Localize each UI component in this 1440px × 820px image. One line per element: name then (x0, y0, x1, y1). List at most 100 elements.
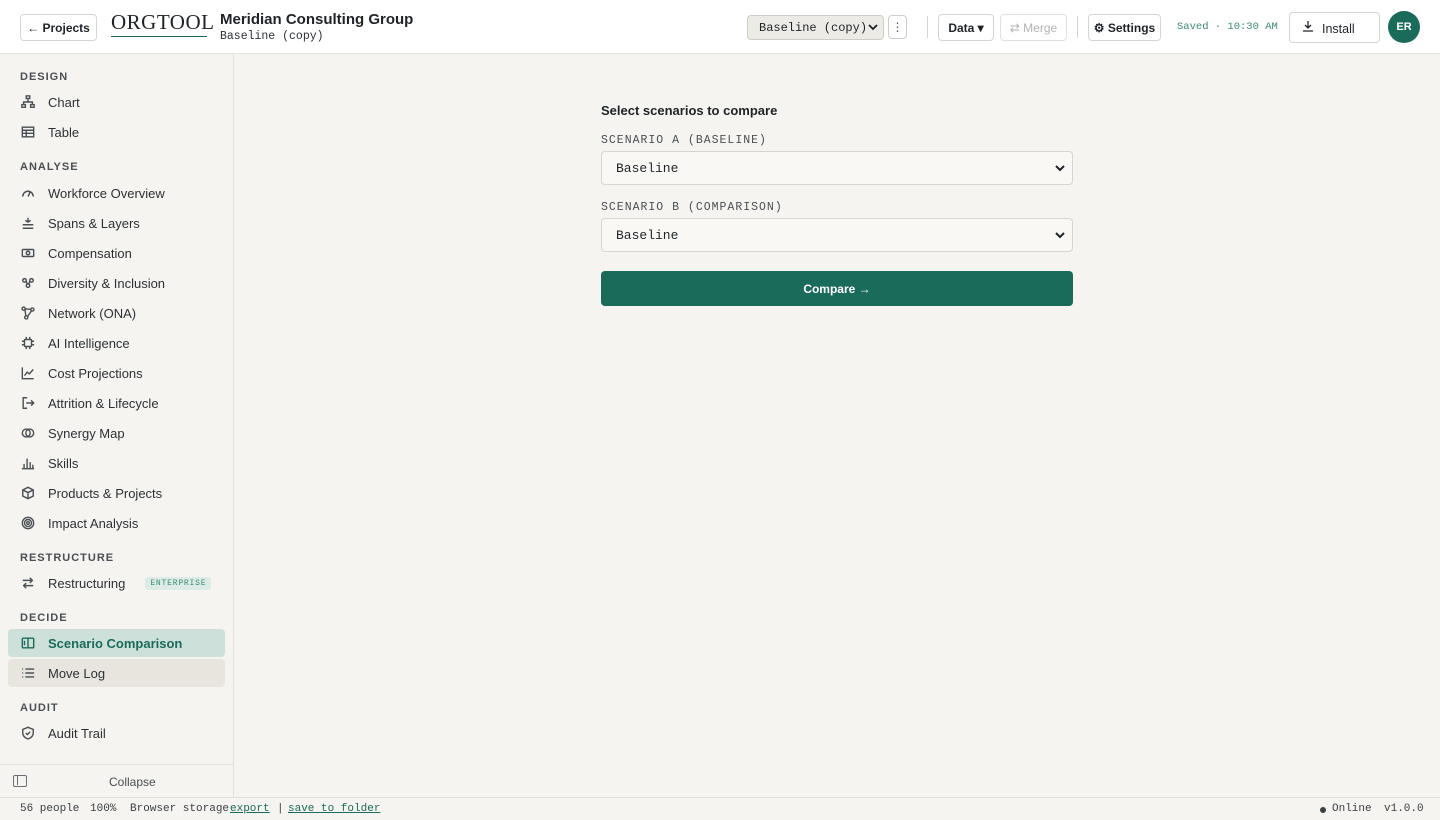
columns-icon (20, 635, 36, 651)
sidebar-item-label: Cost Projections (48, 365, 143, 381)
sidebar-item-skills[interactable]: Skills (8, 449, 225, 477)
sidebar-item-label: Workforce Overview (48, 185, 165, 201)
sidebar-item-products-projects[interactable]: Products & Projects (8, 479, 225, 507)
save-to-folder-link[interactable]: save to folder (288, 803, 380, 815)
storage-mode: Browser storage (130, 803, 230, 815)
sidebar-item-label: Compensation (48, 245, 132, 261)
organization-name: Meridian Consulting Group (220, 11, 414, 28)
sidebar-item-cost-projections[interactable]: Cost Projections (8, 359, 225, 387)
sidebar-footer[interactable]: Collapse (0, 764, 233, 797)
avatar[interactable]: ER (1388, 11, 1420, 43)
app-version: v1.0.0 (1384, 803, 1424, 815)
sidebar-item-label: Impact Analysis (48, 515, 139, 531)
section-label-analyse: ANALYSE (20, 161, 79, 173)
scenario-b-select[interactable]: Baseline (601, 218, 1073, 252)
sidebar-item-ai-intelligence[interactable]: AI Intelligence (8, 329, 225, 357)
sidebar-item-label: AI Intelligence (48, 335, 130, 351)
save-status: Saved · 10:30 AM (1177, 21, 1278, 33)
page-title: Select scenarios to compare (601, 103, 778, 118)
people-icon (20, 275, 36, 291)
divider (927, 16, 928, 38)
online-status-icon (1320, 807, 1326, 813)
download-icon (1302, 20, 1314, 35)
data-menu-button[interactable]: Data ▾ (938, 14, 994, 41)
chevron-down-icon (1054, 229, 1066, 245)
sidebar-item-restructuring[interactable]: Restructuring ENTERPRISE (8, 569, 225, 597)
section-label-design: DESIGN (20, 71, 69, 83)
sidebar-item-scenario-comparison[interactable]: Scenario Comparison (8, 629, 225, 657)
sidebar-item-label: Restructuring (48, 575, 126, 591)
trend-icon (20, 365, 36, 381)
sidebar-item-compensation[interactable]: Compensation (8, 239, 225, 267)
table-icon (20, 124, 36, 140)
sidebar: DESIGN Chart Table ANALYSE Workforce Ove… (0, 54, 234, 797)
sidebar-item-label: Spans & Layers (48, 215, 140, 231)
merge-button[interactable]: ⇄ Merge (1000, 14, 1067, 41)
projects-back-button[interactable]: ← Projects (20, 14, 97, 41)
sidebar-item-label: Scenario Comparison (48, 635, 183, 651)
current-scenario-subtitle: Baseline (copy) (220, 30, 324, 43)
zoom-level: 100% (90, 803, 117, 815)
list-icon (20, 665, 36, 681)
sidebar-item-impact-analysis[interactable]: Impact Analysis (8, 509, 225, 537)
section-label-audit: AUDIT (20, 702, 59, 714)
sidebar-item-label: Table (48, 124, 80, 140)
kebab-icon: ⋮ (891, 20, 904, 34)
sidebar-item-audit-trail[interactable]: Audit Trail (8, 719, 225, 747)
collapse-button[interactable]: Collapse (109, 775, 156, 789)
scenario-select[interactable]: Baseline (copy) (747, 15, 884, 40)
sidebar-item-label: Synergy Map (48, 425, 125, 441)
exit-icon (20, 395, 36, 411)
sidebar-item-label: Chart (48, 94, 80, 110)
sidebar-item-table[interactable]: Table (8, 118, 225, 146)
scenario-a-label: SCENARIO A (BASELINE) (601, 134, 767, 147)
gauge-icon (20, 185, 36, 201)
scenario-menu-button[interactable]: ⋮ (888, 15, 907, 39)
sidebar-item-move-log[interactable]: Move Log (8, 659, 225, 687)
status-separator: | (277, 803, 284, 815)
org-chart-icon (20, 94, 36, 110)
arrows-icon (20, 575, 36, 591)
sidebar-item-chart[interactable]: Chart (8, 88, 225, 116)
sidebar-item-attrition-lifecycle[interactable]: Attrition & Lifecycle (8, 389, 225, 417)
chevron-down-icon (1054, 162, 1066, 178)
shield-icon (20, 725, 36, 741)
box-icon (20, 485, 36, 501)
sidebar-item-network[interactable]: Network (ONA) (8, 299, 225, 327)
scenario-select-value: Baseline (copy) (759, 20, 868, 35)
settings-button[interactable]: ⚙ Settings (1088, 14, 1161, 41)
sidebar-collapse-icon[interactable] (13, 775, 27, 787)
sidebar-item-label: Move Log (48, 665, 106, 681)
install-button[interactable]: Install (1289, 12, 1380, 43)
sidebar-item-label: Products & Projects (48, 485, 163, 501)
status-bar: 56 people 100% Browser storage export | … (0, 797, 1440, 820)
banknote-icon (20, 245, 36, 261)
sidebar-item-diversity-inclusion[interactable]: Diversity & Inclusion (8, 269, 225, 297)
chip-icon (20, 335, 36, 351)
divider (1077, 16, 1078, 38)
sidebar-item-label: Diversity & Inclusion (48, 275, 166, 291)
network-icon (20, 305, 36, 321)
export-link[interactable]: export (230, 803, 270, 815)
people-count: 56 people (20, 803, 80, 815)
circles-icon (20, 425, 36, 441)
sidebar-item-workforce-overview[interactable]: Workforce Overview (8, 179, 225, 207)
enterprise-badge: ENTERPRISE (145, 576, 212, 590)
layers-icon (20, 215, 36, 231)
target-icon (20, 515, 36, 531)
bars-icon (20, 455, 36, 471)
sidebar-item-synergy-map[interactable]: Synergy Map (8, 419, 225, 447)
compare-button[interactable]: Compare → (601, 271, 1073, 306)
chevron-down-icon (868, 22, 878, 36)
sidebar-item-spans-layers[interactable]: Spans & Layers (8, 209, 225, 237)
online-status: Online (1332, 803, 1372, 815)
section-label-restructure: RESTRUCTURE (20, 552, 115, 564)
scenario-a-select[interactable]: Baseline (601, 151, 1073, 185)
scenario-b-label: SCENARIO B (COMPARISON) (601, 201, 783, 214)
scenario-a-value: Baseline (616, 160, 679, 176)
install-label: Install (1322, 22, 1355, 36)
sidebar-item-label: Network (ONA) (48, 305, 137, 321)
top-header: ← Projects ORGTOOL Meridian Consulting G… (0, 0, 1440, 54)
app-logo: ORGTOOL (111, 10, 214, 37)
sidebar-item-label: Attrition & Lifecycle (48, 395, 159, 411)
